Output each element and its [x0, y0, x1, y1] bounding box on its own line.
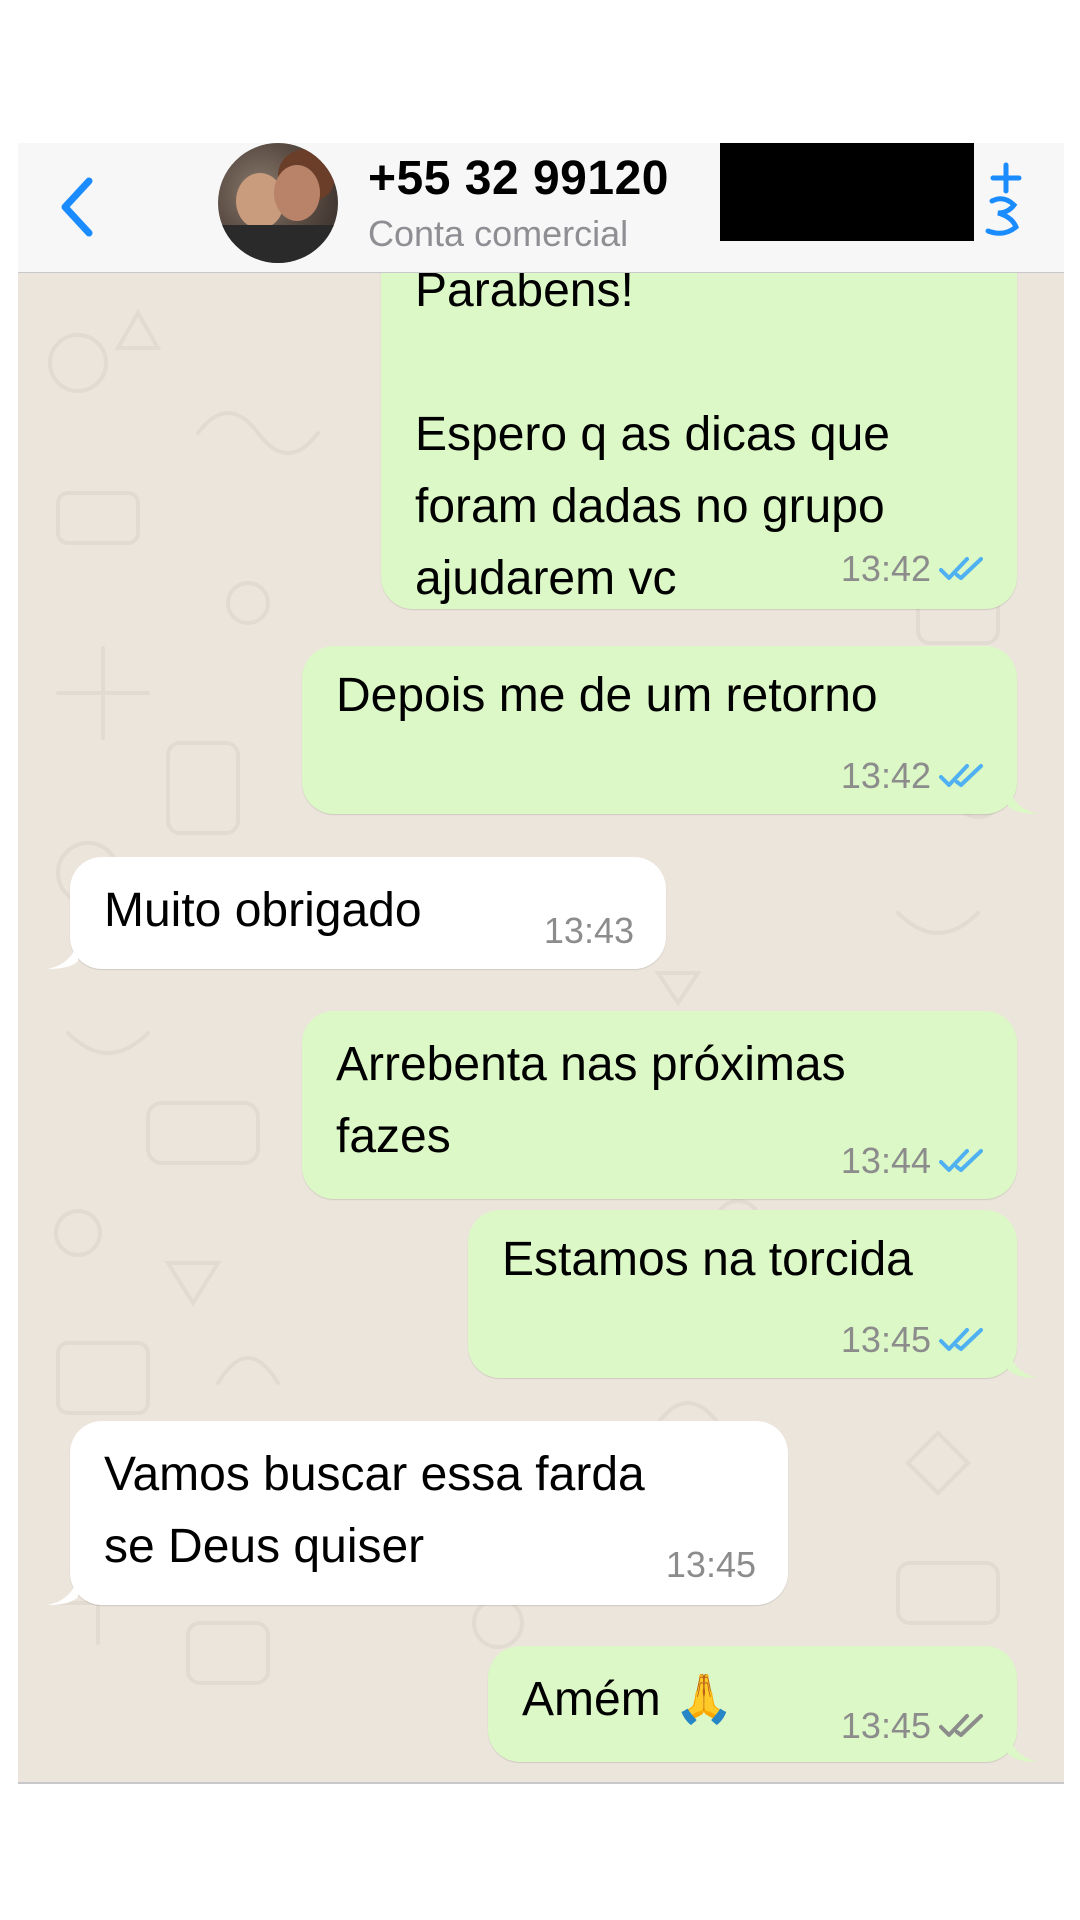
message-text: Depois me de um retorno: [336, 669, 878, 722]
avatar-photo-part: [218, 225, 338, 263]
message-meta: 13:42: [841, 549, 989, 589]
message-time: 13:43: [543, 910, 634, 951]
back-button[interactable]: [42, 167, 112, 247]
message-bubble-outgoing[interactable]: Depois me de um retorno 13:42: [302, 646, 1017, 814]
double-check-icon: [939, 1147, 989, 1175]
contact-subtitle: Conta comercial: [368, 213, 629, 254]
message-time: 13:42: [840, 755, 931, 796]
double-check-icon: [939, 762, 989, 790]
message-time: 13:45: [840, 1319, 931, 1360]
double-check-icon: [939, 555, 989, 583]
message-bubble-incoming[interactable]: Muito obrigado 13:43: [70, 857, 666, 969]
bubble-tail: [1008, 1732, 1038, 1762]
message-text: Vamos buscar essa farda se Deus quiser: [104, 1448, 645, 1573]
message-time: 13:44: [840, 1140, 931, 1181]
bubble-tail: [1008, 1348, 1038, 1378]
chevron-left-icon: [61, 177, 93, 237]
message-bubble-outgoing[interactable]: Arrebenta nas próximas fazes 13:44: [302, 1011, 1017, 1199]
bubble-tail: [48, 939, 78, 969]
message-meta: 13:42: [841, 756, 989, 796]
message-bubble-incoming[interactable]: Vamos buscar essa farda se Deus quiser 1…: [70, 1421, 788, 1605]
message-time: 13:42: [840, 548, 931, 589]
redaction-box: [720, 143, 974, 241]
message-time: 13:45: [840, 1705, 931, 1746]
add-contact-button[interactable]: [978, 161, 1028, 241]
double-check-icon: [939, 1326, 989, 1354]
message-list[interactable]: Parabens! Espero q as dicas que foram da…: [18, 273, 1064, 1784]
message-meta: 13:45: [841, 1706, 989, 1746]
message-text: Amém 🙏: [522, 1673, 734, 1726]
message-bubble-outgoing[interactable]: Parabens! Espero q as dicas que foram da…: [381, 273, 1017, 609]
message-text: Estamos na torcida: [502, 1233, 913, 1286]
message-meta: 13:45: [841, 1320, 989, 1360]
message-text: Muito obrigado: [104, 884, 422, 937]
message-time: 13:45: [665, 1544, 756, 1585]
plus-person-icon: [985, 162, 1022, 236]
contact-name[interactable]: +55 32 99120: [368, 151, 669, 206]
avatar[interactable]: [218, 143, 338, 263]
bubble-tail: [1008, 784, 1038, 814]
double-check-icon: [939, 1712, 989, 1740]
message-meta: 13:43: [544, 911, 634, 951]
message-text: Arrebenta nas próximas fazes: [336, 1038, 846, 1163]
message-bubble-outgoing[interactable]: Estamos na torcida 13:45: [468, 1210, 1017, 1378]
message-text: Parabens! Espero q as dicas que foram da…: [415, 273, 890, 605]
message-meta: 13:44: [841, 1141, 989, 1181]
message-meta: 13:45: [666, 1545, 756, 1585]
message-bubble-outgoing[interactable]: Amém 🙏 13:45: [488, 1646, 1017, 1762]
avatar-photo-part: [274, 165, 320, 221]
chat-header: +55 32 99120 Conta comercial: [18, 143, 1064, 273]
bubble-tail: [48, 1575, 78, 1605]
chat-screen: +55 32 99120 Conta comercial Parabens! E…: [0, 0, 1080, 1920]
